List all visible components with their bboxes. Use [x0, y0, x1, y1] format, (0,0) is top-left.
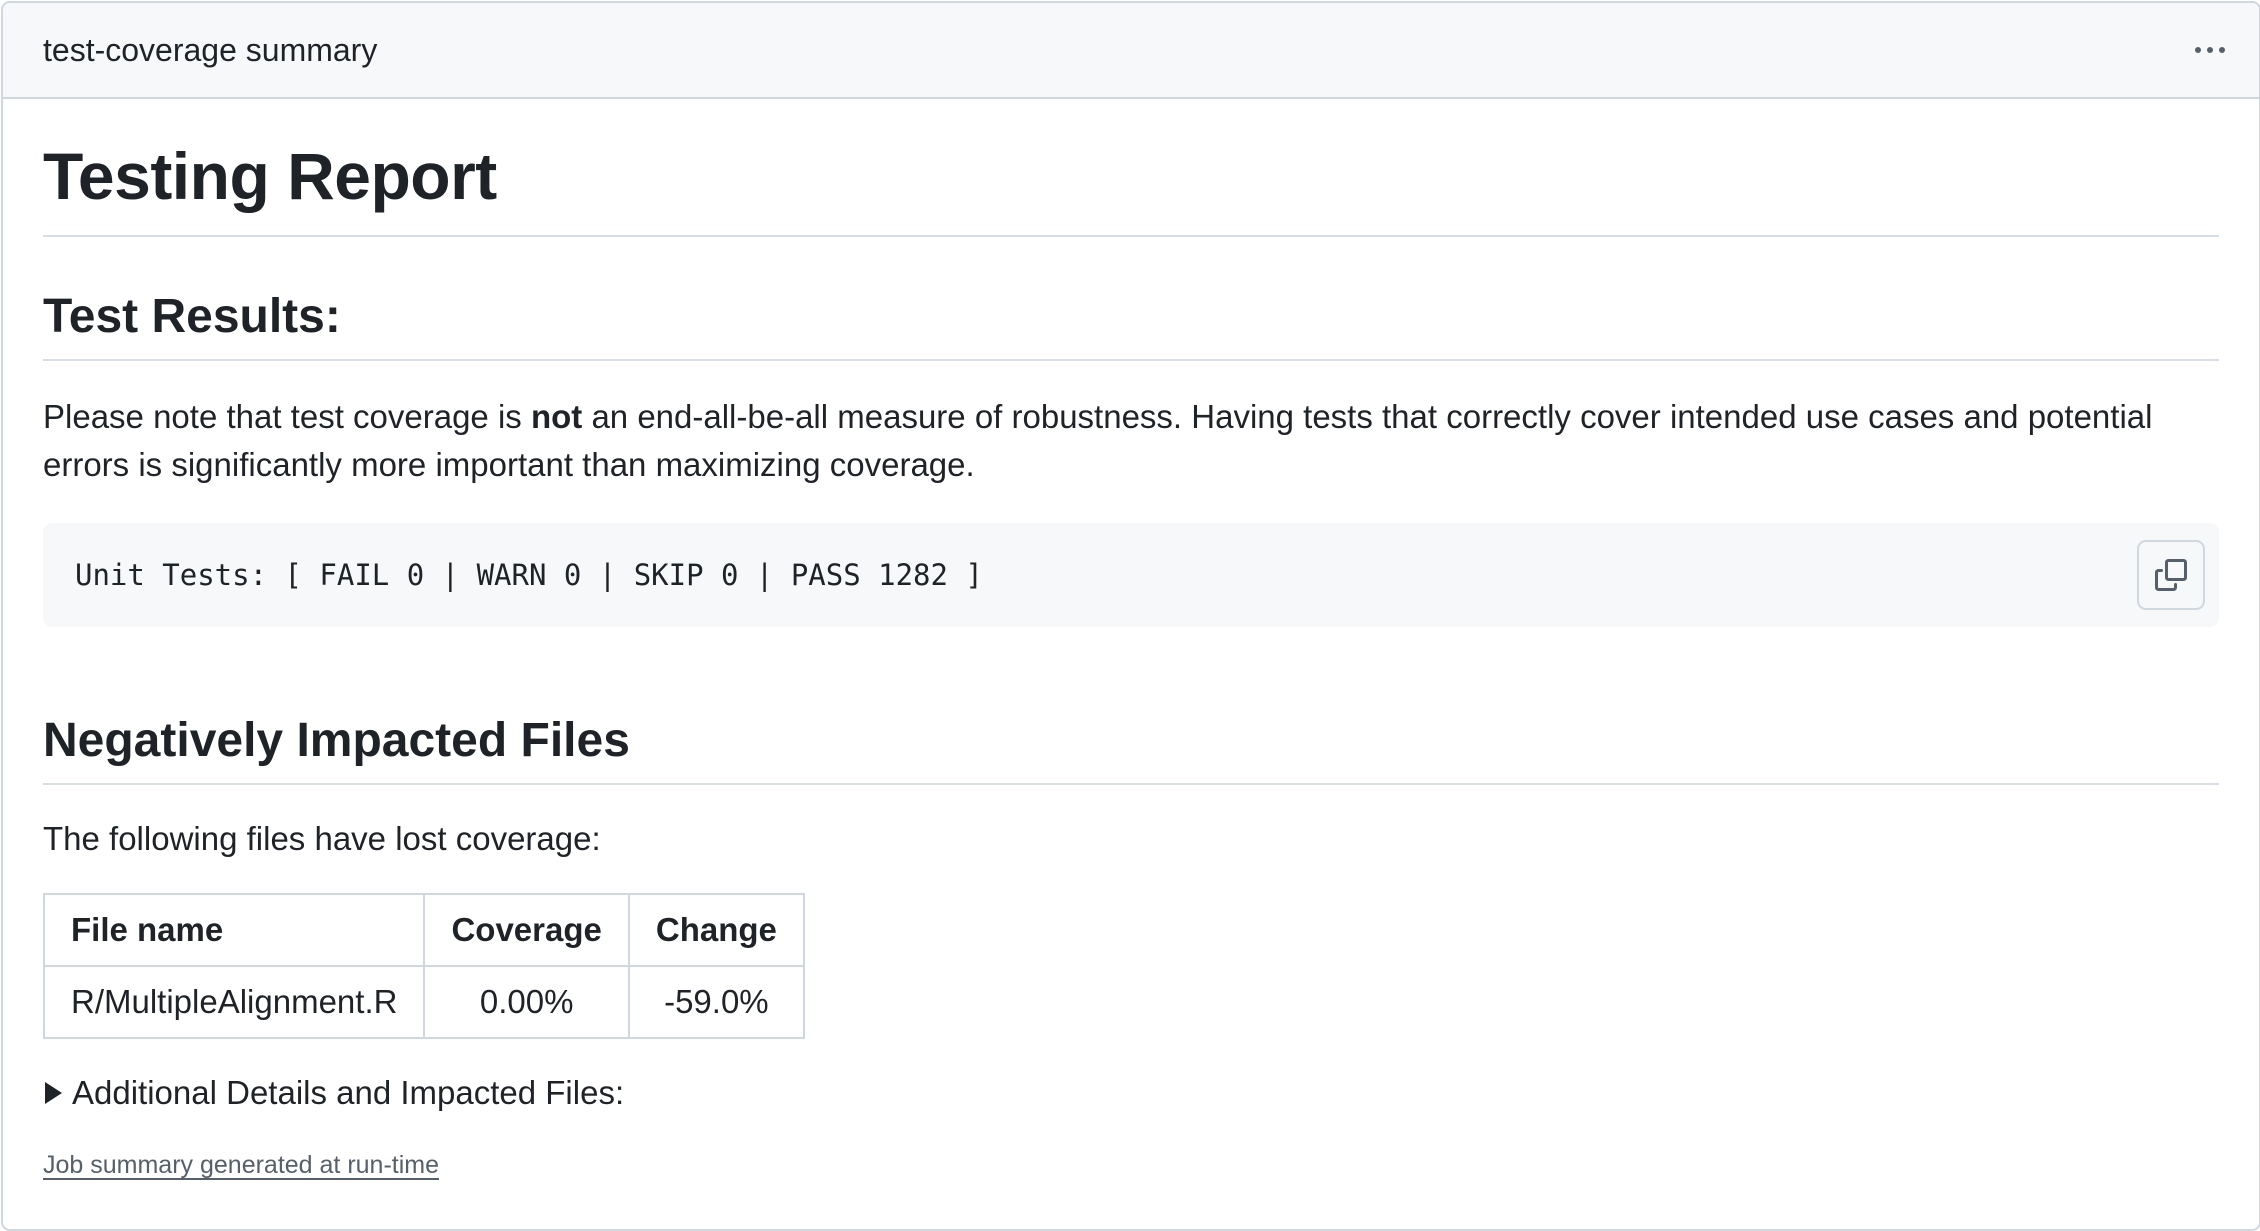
column-header-change: Change — [627, 893, 805, 967]
note-bold: not — [530, 398, 583, 435]
impacted-files-table: File name Coverage Change R/MultipleAlig… — [42, 893, 805, 1039]
copy-button[interactable] — [2137, 540, 2205, 610]
job-summary-panel: test-coverage summary Testing Report Tes… — [1, 1, 2260, 1231]
panel-header: test-coverage summary — [3, 3, 2259, 99]
additional-details-label: Additional Details and Impacted Files: — [72, 1074, 625, 1111]
impacted-files-intro: The following files have lost coverage: — [43, 820, 601, 857]
panel-title: test-coverage summary — [43, 31, 378, 68]
column-header-coverage: Coverage — [423, 893, 630, 967]
job-summary-link[interactable]: Job summary generated at run-time — [43, 1151, 439, 1180]
report-title: Testing Report — [43, 135, 2219, 237]
column-header-file-name: File name — [42, 893, 426, 967]
disclosure-triangle-icon — [45, 1082, 62, 1104]
file-name-cell: R/MultipleAlignment.R — [42, 965, 426, 1039]
note-before: Please note that test coverage is — [43, 398, 531, 435]
change-cell: -59.0% — [627, 965, 805, 1039]
additional-details-toggle[interactable]: Additional Details and Impacted Files: — [43, 1069, 2219, 1117]
table-header-row: File name Coverage Change — [42, 893, 805, 967]
unit-tests-text: Unit Tests: [ FAIL 0 | WARN 0 | SKIP 0 |… — [75, 558, 983, 592]
coverage-note: Please note that test coverage is not an… — [43, 393, 2219, 489]
table-row: R/MultipleAlignment.R 0.00% -59.0% — [42, 965, 805, 1039]
unit-tests-code-block: Unit Tests: [ FAIL 0 | WARN 0 | SKIP 0 |… — [43, 523, 2219, 627]
kebab-horizontal-icon[interactable] — [2187, 37, 2233, 63]
impacted-files-heading: Negatively Impacted Files — [43, 711, 2219, 785]
summary-content: Testing Report Test Results: Please note… — [3, 135, 2259, 1180]
coverage-cell: 0.00% — [423, 965, 630, 1039]
copy-icon — [2155, 559, 2187, 591]
test-results-heading: Test Results: — [43, 287, 2219, 361]
